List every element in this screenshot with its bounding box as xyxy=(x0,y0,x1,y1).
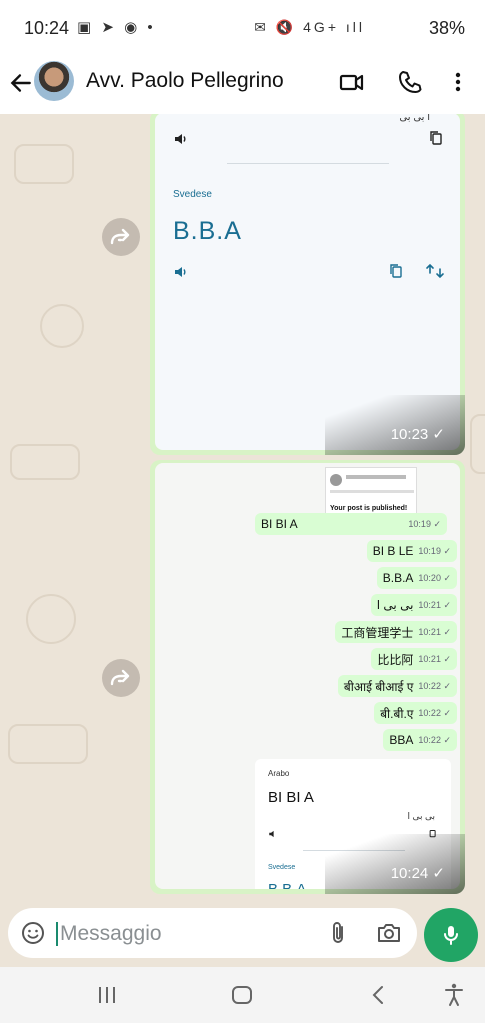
speaker-icon xyxy=(175,134,186,144)
inner-message: BI B LE 10:19 ✓ xyxy=(366,540,457,562)
message-input[interactable] xyxy=(60,921,320,947)
post-status-text: Your post is published! xyxy=(330,505,408,512)
swap-icon xyxy=(426,263,444,279)
more-options-icon[interactable] xyxy=(446,68,470,96)
microphone-icon xyxy=(444,926,458,945)
forward-icon xyxy=(110,228,130,245)
arabic-fragment: ا بی بی xyxy=(399,114,430,123)
input-pill xyxy=(8,908,417,958)
camera-icon[interactable] xyxy=(376,920,402,946)
inner-message: BBA 10:22 ✓ xyxy=(383,729,457,751)
nav-back-icon[interactable] xyxy=(366,982,392,1008)
wallpaper-doodle xyxy=(14,144,74,184)
signal-icons: ✉ 🔇 4G+ ıll xyxy=(254,19,365,35)
message-composer xyxy=(0,899,485,967)
speaker-icon xyxy=(269,830,274,838)
status-time: 10:24 xyxy=(24,18,70,38)
forward-button[interactable] xyxy=(102,659,140,697)
home-icon[interactable] xyxy=(229,982,255,1008)
wallpaper-doodle xyxy=(26,594,76,644)
inner-message: 比比阿 10:21 ✓ xyxy=(371,648,457,670)
chat-header: Avv. Paolo Pellegrino xyxy=(0,58,485,114)
forward-icon xyxy=(110,669,130,686)
wallpaper-doodle xyxy=(470,414,485,474)
wallpaper-doodle xyxy=(10,444,80,480)
copy-icon xyxy=(390,264,402,278)
phone-icon[interactable] xyxy=(396,68,424,96)
inner-message: बीआई बीआई ए 10:22 ✓ xyxy=(337,675,457,697)
battery-level: 38% xyxy=(428,18,465,38)
copy-icon xyxy=(430,131,442,145)
text-cursor xyxy=(56,922,58,946)
language-label: Svedese xyxy=(173,189,212,200)
voice-message-button[interactable] xyxy=(424,908,478,962)
inner-message: BI BI A 10:19 ✓ xyxy=(255,513,447,535)
speaker-icon xyxy=(175,267,186,277)
divider xyxy=(227,163,389,164)
post-thumbnail: Your post is published! xyxy=(325,467,417,517)
wallpaper-doodle xyxy=(8,724,88,764)
target-text: B.B.A xyxy=(268,881,306,889)
image-message[interactable]: ا بی بی Svedese B.B.A 10:23 ✓ xyxy=(150,114,465,455)
avatar[interactable] xyxy=(34,61,74,101)
forward-button[interactable] xyxy=(102,218,140,256)
message-time: 10:24 ✓ xyxy=(390,865,445,882)
recents-icon[interactable] xyxy=(94,982,120,1008)
status-bar: 10:24 ▣ ➤ ◉ • ✉ 🔇 4G+ ıll 38% xyxy=(0,0,485,58)
inner-message: بی بی ا 10:21 ✓ xyxy=(370,594,457,616)
message-time: 10:23 ✓ xyxy=(390,426,445,443)
contact-name[interactable]: Avv. Paolo Pellegrino xyxy=(86,69,284,93)
video-call-icon[interactable] xyxy=(338,68,366,96)
accessibility-icon[interactable] xyxy=(441,982,467,1008)
image-message[interactable]: Your post is published! BI BI A 10:19 ✓ B… xyxy=(150,460,465,894)
wallpaper-doodle xyxy=(40,304,84,348)
inner-message: 工商管理学士 10:21 ✓ xyxy=(335,621,457,643)
inner-message: B.B.A 10:20 ✓ xyxy=(376,567,457,589)
chat-screenshot: Your post is published! BI BI A 10:19 ✓ B… xyxy=(155,463,460,889)
source-language-label: Arabo xyxy=(268,769,290,778)
notification-icons: ▣ ➤ ◉ • xyxy=(77,19,156,36)
arabic-text: بی بی ا xyxy=(407,811,435,821)
paperclip-icon[interactable] xyxy=(326,920,350,946)
back-arrow-icon[interactable] xyxy=(8,70,34,96)
source-text: BI BI A xyxy=(268,789,314,806)
emoji-icon[interactable] xyxy=(21,921,45,945)
chat-area[interactable]: ا بی بی Svedese B.B.A 10:23 ✓ Your post … xyxy=(0,114,485,899)
translation-text: B.B.A xyxy=(173,217,242,245)
target-language-label: Svedese xyxy=(268,864,296,871)
system-nav-bar xyxy=(0,967,485,1023)
inner-message: बी.बी.ए 10:22 ✓ xyxy=(374,702,457,724)
